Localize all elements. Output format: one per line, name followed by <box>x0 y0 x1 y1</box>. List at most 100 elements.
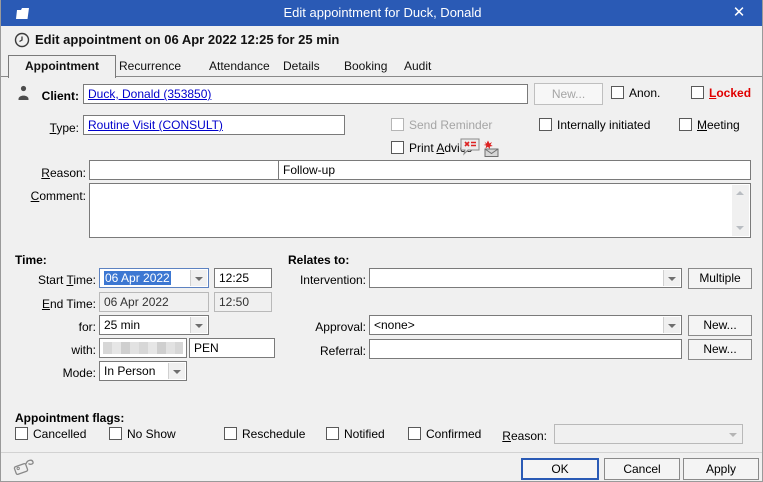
referral-field[interactable] <box>369 339 682 359</box>
cancelled-checkbox[interactable] <box>15 427 28 440</box>
no-show-label: No Show <box>127 427 176 441</box>
mode-combobox[interactable]: In Person <box>99 361 187 381</box>
tab-audit[interactable]: Audit <box>394 57 441 76</box>
comment-textarea[interactable] <box>89 183 751 238</box>
title-bar: Edit appointment for Duck, Donald ✕ <box>1 0 762 26</box>
referral-new-button[interactable]: New... <box>688 339 752 360</box>
flags-reason-label: Reason: <box>502 429 547 443</box>
intervention-combobox[interactable] <box>369 268 682 288</box>
apply-button[interactable]: Apply <box>683 458 759 480</box>
send-reminder-checkbox <box>391 118 404 131</box>
appointment-summary-bar: Edit appointment on 06 Apr 2022 12:25 fo… <box>1 26 762 54</box>
start-date-value: 06 Apr 2022 <box>104 271 171 285</box>
chevron-down-icon[interactable] <box>663 270 680 286</box>
scroll-up-icon[interactable] <box>732 185 749 201</box>
close-icon[interactable]: ✕ <box>720 0 758 26</box>
meeting-checkbox[interactable] <box>679 118 692 131</box>
intervention-multiple-button[interactable]: Multiple <box>688 268 752 289</box>
notified-row: Notified <box>326 427 385 442</box>
ok-button[interactable]: OK <box>521 458 599 480</box>
chevron-down-icon[interactable] <box>190 317 207 333</box>
tab-appointment[interactable]: Appointment <box>8 55 116 78</box>
type-label: Type: <box>49 121 79 135</box>
relates-section-label: Relates to: <box>288 253 350 267</box>
approval-combobox[interactable]: <none> <box>369 315 682 335</box>
notified-label: Notified <box>344 427 385 441</box>
internally-initiated-checkbox[interactable] <box>539 118 552 131</box>
tag-icon[interactable] <box>12 456 36 478</box>
meeting-row: Meeting <box>679 118 740 133</box>
end-time-label: End Time: <box>41 297 96 311</box>
cancel-button[interactable]: Cancel <box>604 458 680 480</box>
reason-text-field[interactable]: Follow-up <box>278 160 751 180</box>
reschedule-label: Reschedule <box>242 427 306 441</box>
flags-reason-combobox <box>554 424 743 444</box>
type-link[interactable]: Routine Visit (CONSULT) <box>88 118 223 132</box>
client-link[interactable]: Duck, Donald (353850) <box>88 87 211 101</box>
no-show-checkbox[interactable] <box>109 427 122 440</box>
clock-icon <box>14 32 30 48</box>
mode-label: Mode: <box>62 366 96 380</box>
redacted-text <box>103 342 183 354</box>
tab-details[interactable]: Details <box>273 57 330 76</box>
scroll-down-icon[interactable] <box>732 220 749 236</box>
advice-note-icon <box>460 138 480 156</box>
print-advice-checkbox[interactable] <box>391 141 404 154</box>
end-date-field: 06 Apr 2022 <box>99 292 209 312</box>
no-show-row: No Show <box>109 427 176 442</box>
approval-label: Approval: <box>315 320 366 334</box>
client-new-button: New... <box>534 83 603 105</box>
reschedule-row: Reschedule <box>224 427 305 442</box>
with-label: with: <box>71 343 96 357</box>
edit-appointment-dialog: Edit appointment for Duck, Donald ✕ Edit… <box>0 0 763 482</box>
confirmed-label: Confirmed <box>426 427 482 441</box>
locked-checkbox-row: Locked <box>691 86 751 101</box>
chevron-down-icon[interactable] <box>663 317 680 333</box>
with-location-field[interactable]: PEN <box>189 338 275 358</box>
anon-checkbox-row: Anon. <box>611 86 660 101</box>
time-section-label: Time: <box>15 253 47 267</box>
notified-checkbox[interactable] <box>326 427 339 440</box>
send-reminder-label: Send Reminder <box>409 118 493 132</box>
appointment-summary: Edit appointment on 06 Apr 2022 12:25 fo… <box>35 32 340 47</box>
reschedule-checkbox[interactable] <box>224 427 237 440</box>
client-field[interactable]: Duck, Donald (353850) <box>83 84 528 104</box>
meeting-label: Meeting <box>697 118 740 132</box>
referral-label: Referral: <box>319 344 366 358</box>
mode-value: In Person <box>104 364 156 378</box>
with-clinician-field[interactable] <box>99 338 187 358</box>
start-time-field[interactable]: 12:25 <box>214 268 272 288</box>
confirmed-row: Confirmed <box>408 427 481 442</box>
tab-recurrence[interactable]: Recurrence <box>109 57 191 76</box>
duration-value: 25 min <box>104 318 141 332</box>
duration-combobox[interactable]: 25 min <box>99 315 209 335</box>
reason-code-field[interactable] <box>89 160 279 180</box>
window-title: Edit appointment for Duck, Donald <box>283 5 482 20</box>
chevron-down-icon <box>725 426 741 442</box>
start-date-combobox[interactable]: 06 Apr 2022 <box>99 268 209 288</box>
reason-label: Reason: <box>41 166 86 180</box>
for-label: for: <box>78 320 96 334</box>
confirmed-checkbox[interactable] <box>408 427 421 440</box>
client-label: Client: <box>41 89 79 103</box>
chevron-down-icon[interactable] <box>168 363 185 379</box>
comment-label: Comment: <box>30 189 86 203</box>
tab-attendance[interactable]: Attendance <box>199 57 280 76</box>
type-field[interactable]: Routine Visit (CONSULT) <box>83 115 345 135</box>
chevron-down-icon[interactable] <box>190 270 207 286</box>
flags-section-label: Appointment flags: <box>15 411 125 425</box>
cancelled-row: Cancelled <box>15 427 86 442</box>
anon-label: Anon. <box>629 86 661 100</box>
intervention-label: Intervention: <box>299 273 366 287</box>
internally-initiated-row: Internally initiated <box>539 118 650 133</box>
anon-checkbox[interactable] <box>611 86 624 99</box>
advice-mail-icon <box>483 140 499 157</box>
comment-scrollbar[interactable] <box>732 185 749 236</box>
locked-checkbox[interactable] <box>691 86 704 99</box>
internally-initiated-label: Internally initiated <box>557 118 651 132</box>
approval-new-button[interactable]: New... <box>688 315 752 336</box>
send-reminder-row: Send Reminder <box>391 118 492 133</box>
tab-booking[interactable]: Booking <box>334 57 397 76</box>
end-time-field: 12:50 <box>214 292 272 312</box>
start-time-label: Start Time: <box>37 273 96 287</box>
